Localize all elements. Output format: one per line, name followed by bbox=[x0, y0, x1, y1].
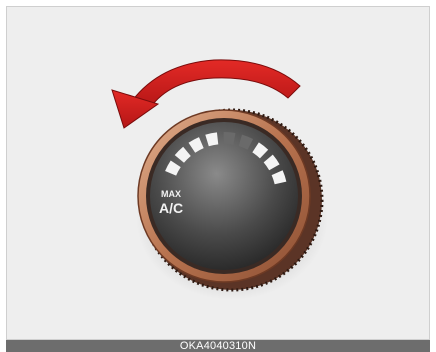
dial-label-ac: A/C bbox=[159, 200, 183, 216]
dial-label-max: MAX bbox=[161, 189, 181, 199]
caption-bar: OKA4040310N bbox=[6, 340, 430, 352]
climate-dial-illustration: MAX A/C bbox=[111, 59, 328, 300]
figure-code: OKA4040310N bbox=[179, 340, 257, 352]
